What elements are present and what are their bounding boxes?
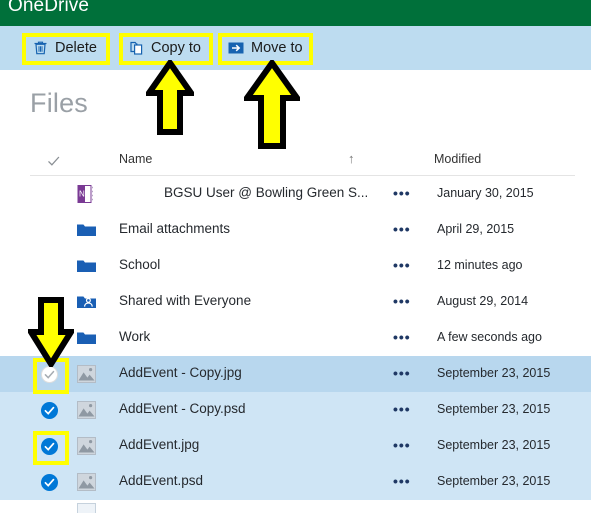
file-row[interactable]: AddEvent - Copy.jpg ••• September 23, 2015 [0,356,591,392]
delete-button-label: Delete [55,40,97,56]
file-row[interactable]: AddEvent - Copy.psd ••• September 23, 2015 [0,392,591,428]
row-context-menu-button[interactable]: ••• [393,401,411,417]
sort-ascending-icon[interactable]: ↑ [348,151,355,166]
file-row[interactable]: N BGSU User @ Bowling Green S... ••• Januar… [0,176,591,212]
row-context-menu-button[interactable]: ••• [393,473,411,489]
suite-header-bar: OneDrive [0,0,591,26]
file-name[interactable]: Work [119,329,150,344]
row-context-menu-button[interactable]: ••• [393,185,411,201]
onenote-notebook-icon: N [76,184,97,204]
onedrive-brand-title[interactable]: OneDrive [8,0,89,19]
file-modified-date: September 23, 2015 [437,438,551,452]
annotation-arrow-up-copy-to [146,60,194,135]
folder-icon [76,220,97,240]
move-to-button[interactable]: Move to [219,33,312,63]
shared-folder-icon [76,292,97,312]
folder-icon [76,328,97,348]
page-title: Files [30,88,89,118]
row-context-menu-button[interactable]: ••• [393,329,411,345]
row-checkbox-checked-icon[interactable] [41,402,58,419]
image-file-icon [76,472,97,492]
file-modified-date: 12 minutes ago [437,258,523,272]
file-list: N BGSU User @ Bowling Green S... ••• Januar… [0,176,591,500]
onedrive-files-page: OneDrive Delete Copy to Move to Files Na… [0,0,591,513]
file-name[interactable]: BGSU User @ Bowling Green S... [164,185,368,200]
folder-icon [76,256,97,276]
move-arrow-icon [228,40,244,56]
file-row[interactable]: AddEvent.psd ••• September 23, 2015 [0,464,591,500]
row-checkbox-hover-icon[interactable] [41,366,58,383]
file-modified-date: August 29, 2014 [437,294,529,308]
annotation-arrow-up-move-to [244,60,300,149]
copy-to-button[interactable]: Copy to [120,33,210,63]
row-context-menu-button[interactable]: ••• [393,365,411,381]
row-context-menu-button[interactable]: ••• [393,437,411,453]
file-row[interactable]: AddEvent.jpg ••• September 23, 2015 [0,428,591,464]
column-header-name[interactable]: Name [119,152,152,166]
file-modified-date: September 23, 2015 [437,402,551,416]
image-file-icon [76,364,97,384]
file-row[interactable]: Work ••• A few seconds ago [0,320,591,356]
file-name[interactable]: Shared with Everyone [119,293,251,308]
copy-icon [129,40,144,56]
file-list-header: Name ↑ Modified [30,150,575,176]
file-name[interactable]: AddEvent.jpg [119,437,199,452]
file-row[interactable]: Shared with Everyone ••• August 29, 2014 [0,284,591,320]
file-modified-date: A few seconds ago [437,330,542,344]
row-context-menu-button[interactable]: ••• [393,257,411,273]
command-bar: Delete Copy to Move to [0,26,591,70]
file-name[interactable]: AddEvent - Copy.psd [119,401,246,416]
row-checkbox-checked-icon[interactable] [41,474,58,491]
trash-icon [33,40,48,56]
row-context-menu-button[interactable]: ••• [393,221,411,237]
column-header-modified[interactable]: Modified [434,152,481,166]
image-file-icon [76,436,97,456]
file-modified-date: January 30, 2015 [437,186,534,200]
row-context-menu-button[interactable]: ••• [393,293,411,309]
file-row[interactable]: School ••• 12 minutes ago [0,248,591,284]
file-modified-date: September 23, 2015 [437,366,551,380]
svg-text:N: N [79,190,85,199]
file-modified-date: September 23, 2015 [437,474,551,488]
file-row[interactable]: Email attachments ••• April 29, 2015 [0,212,591,248]
select-all-checkmark-icon[interactable] [46,153,62,169]
row-checkbox-checked-icon[interactable] [41,438,58,455]
image-file-icon [76,400,97,420]
file-name[interactable]: Email attachments [119,221,230,236]
file-name[interactable]: AddEvent.psd [119,473,203,488]
partial-file-row [0,500,591,513]
file-name[interactable]: AddEvent - Copy.jpg [119,365,242,380]
file-modified-date: April 29, 2015 [437,222,515,236]
copy-to-button-label: Copy to [151,40,201,56]
image-file-icon [76,502,97,513]
delete-button[interactable]: Delete [24,33,106,63]
move-to-button-label: Move to [251,40,303,56]
file-name[interactable]: School [119,257,160,272]
